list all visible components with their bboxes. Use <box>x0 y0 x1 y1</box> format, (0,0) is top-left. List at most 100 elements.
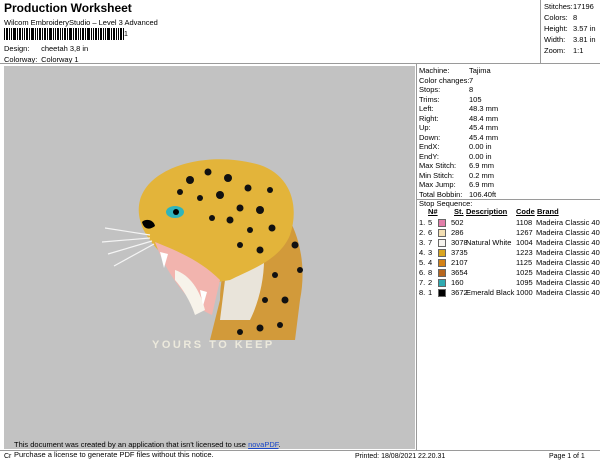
info-label: Min Stitch: <box>419 170 455 180</box>
thread-color-swatch <box>438 259 446 267</box>
info-value: 6.9 mm <box>469 180 495 189</box>
thread-color-swatch <box>438 219 446 227</box>
stop-brand: Madeira Classic 40 <box>536 218 600 227</box>
barcode <box>4 28 124 40</box>
stat-label-width: Width: <box>544 35 566 44</box>
stop-stitches: 286 <box>451 228 464 237</box>
info-label: Trims: <box>419 94 440 104</box>
stat-label-colors: Colors: <box>544 13 568 22</box>
footer-left: Cr <box>4 453 12 460</box>
stop-description: Natural White <box>466 238 512 247</box>
design-slogan: YOURS TO KEEP <box>152 339 275 351</box>
info-value: 48.4 mm <box>469 113 499 123</box>
info-label: Max Stitch: <box>419 161 457 170</box>
stop-code: 1125 <box>516 258 533 267</box>
stop-brand: Madeira Classic 40 <box>536 288 600 297</box>
stop-index: 3. <box>419 238 426 247</box>
info-value: 45.4 mm <box>469 123 499 132</box>
stat-value-width: 3.81 in <box>573 35 596 44</box>
license-notice: This document was created by an applicat… <box>14 440 281 460</box>
stat-value-height: 3.57 in <box>573 24 596 33</box>
stop-stitches: 160 <box>451 278 464 287</box>
info-value: 0.00 in <box>469 151 492 161</box>
info-label: Max Jump: <box>419 180 456 189</box>
barcode-suffix: 1 <box>124 31 128 38</box>
novapdf-link[interactable]: novaPDF <box>248 440 278 449</box>
design-value: cheetah 3,8 in <box>41 44 89 53</box>
info-label: Stops: <box>419 85 441 94</box>
info-value: 7 <box>469 75 474 85</box>
info-value: 0.2 mm <box>469 170 495 180</box>
stat-value-zoom: 1:1 <box>573 46 584 55</box>
info-label: EndX: <box>419 142 440 151</box>
info-label: Left: <box>419 104 434 113</box>
stop-brand: Madeira Classic 40 <box>536 228 600 237</box>
info-value: 106.40ft <box>469 189 497 199</box>
stop-needle: 8 <box>428 268 433 277</box>
thread-color-swatch <box>438 229 446 237</box>
stop-brand: Madeira Classic 40 <box>536 278 600 287</box>
info-value: 48.3 mm <box>469 104 499 113</box>
stop-index: 4. <box>419 248 426 257</box>
stop-sequence-title: Stop Sequence: <box>419 199 473 208</box>
thread-color-swatch <box>438 279 446 287</box>
info-value: 0.00 in <box>469 142 492 151</box>
col-header-n: N# <box>428 207 438 216</box>
info-label: Machine: <box>419 66 450 75</box>
stop-code: 1267 <box>516 228 533 237</box>
stop-stitches: 3735 <box>451 248 468 257</box>
app-subtitle: Wilcom EmbroideryStudio – Level 3 Advanc… <box>4 18 158 27</box>
stop-needle: 1 <box>428 288 433 297</box>
page-title: Production Worksheet <box>4 1 132 15</box>
printed-timestamp: Printed: 18/08/2021 22.20.31 <box>355 453 446 460</box>
info-label: Color changes: <box>419 75 470 85</box>
stop-code: 1000 <box>516 288 533 297</box>
info-value: 105 <box>469 94 482 104</box>
stop-brand: Madeira Classic 40 <box>536 238 600 247</box>
col-header-code: Code <box>516 207 535 216</box>
col-header-description: Description <box>466 207 508 216</box>
stat-label-zoom: Zoom: <box>544 46 566 55</box>
stop-brand: Madeira Classic 40 <box>536 258 600 267</box>
info-value: 45.4 mm <box>469 132 499 142</box>
stats-divider <box>540 0 541 63</box>
stop-index: 1. <box>419 218 426 227</box>
stat-label-stitches: Stitches: <box>544 2 573 11</box>
stop-brand: Madeira Classic 40 <box>536 268 600 277</box>
stop-needle: 5 <box>428 218 433 227</box>
thread-color-swatch <box>438 249 446 257</box>
info-label: EndY: <box>419 151 440 161</box>
design-row: Design: cheetah 3,8 in <box>4 44 88 53</box>
thread-color-swatch <box>438 289 446 297</box>
stop-needle: 3 <box>428 248 433 257</box>
info-value: 8 <box>469 85 474 94</box>
stop-stitches: 2107 <box>451 258 468 267</box>
stop-needle: 2 <box>428 278 433 287</box>
design-label: Design: <box>4 44 30 53</box>
stop-stitches: 3654 <box>451 268 468 277</box>
stop-description: Emerald Black <box>466 288 515 297</box>
info-label: Right: <box>419 113 439 123</box>
stop-needle: 4 <box>428 258 433 267</box>
info-label: Up: <box>419 123 431 132</box>
stop-index: 7. <box>419 278 426 287</box>
stop-index: 6. <box>419 268 426 277</box>
info-value: 6.9 mm <box>469 161 495 170</box>
stop-code: 1108 <box>516 218 533 227</box>
stop-index: 8. <box>419 288 426 297</box>
stop-code: 1025 <box>516 268 533 277</box>
stop-code: 1095 <box>516 278 533 287</box>
stop-needle: 6 <box>428 228 433 237</box>
info-label: Total Bobbin: <box>419 189 463 199</box>
info-divider <box>416 63 417 450</box>
stop-code: 1004 <box>516 238 533 247</box>
stat-value-colors: 8 <box>573 13 578 22</box>
thread-color-swatch <box>438 269 446 277</box>
cheetah-embroidery-image <box>101 159 303 340</box>
stat-label-height: Height: <box>544 24 568 33</box>
stop-needle: 7 <box>428 238 433 247</box>
thread-color-swatch <box>438 239 446 247</box>
col-header-st: St. <box>454 207 464 216</box>
col-header-brand: Brand <box>537 207 559 216</box>
notice-text: This document was created by an applicat… <box>14 440 249 449</box>
